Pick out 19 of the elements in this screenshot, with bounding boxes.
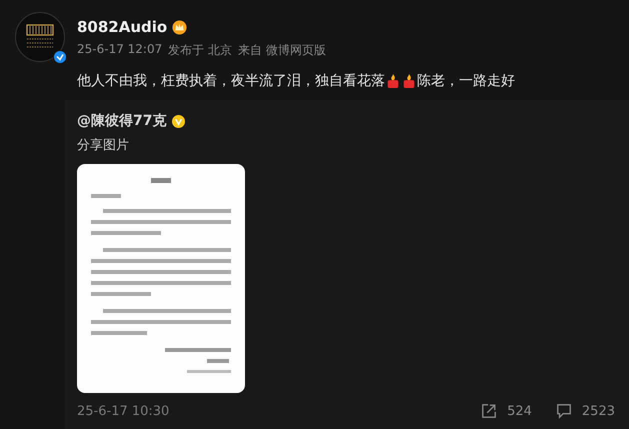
- post-text: 他人不由我，枉费执着，夜半流了泪，独自看花落: [77, 72, 385, 90]
- author-name[interactable]: 8082Audio: [77, 18, 168, 36]
- avatar-logo-icon[interactable]: [15, 12, 65, 62]
- repost-text: 分享图片: [77, 137, 130, 154]
- post-text: 陈老，一路走好: [417, 72, 515, 90]
- post-meta[interactable]: 25-6-17 12:07: [77, 42, 162, 59]
- crown-badge-icon: [172, 20, 188, 34]
- post-meta: 发布于 北京: [168, 42, 232, 59]
- candle-emoji-icon: [402, 73, 416, 89]
- post-meta: 来自 微博网页版: [238, 42, 326, 59]
- comment-count[interactable]: 2523: [582, 404, 615, 418]
- share-count[interactable]: 524: [507, 404, 532, 418]
- repost-time[interactable]: 25-6-17 10:30: [77, 404, 170, 418]
- candle-emoji-icon: [386, 73, 400, 89]
- verified-badge-icon: [53, 50, 67, 64]
- comment-icon[interactable]: [556, 403, 572, 419]
- reposted-author[interactable]: @陳彼得77克: [77, 112, 166, 130]
- v-badge-icon: [172, 114, 186, 128]
- share-icon[interactable]: [481, 403, 498, 419]
